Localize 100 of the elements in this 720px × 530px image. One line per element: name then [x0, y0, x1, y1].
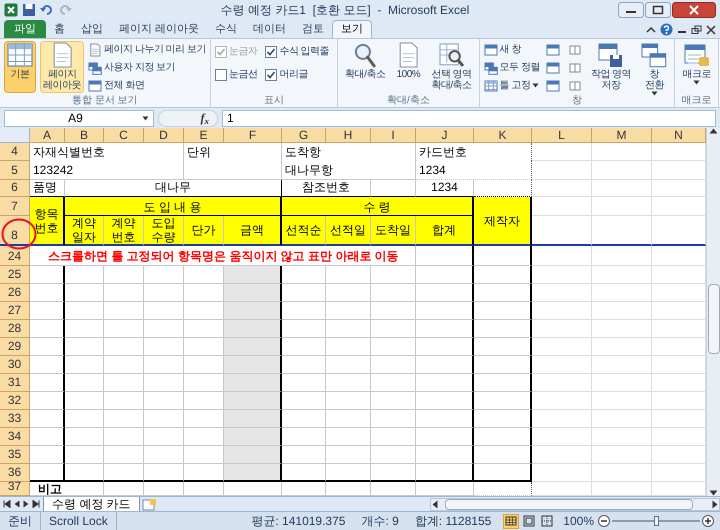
ribbon-button[interactable]: 페이지 나누기 미리 보기 — [88, 41, 206, 58]
row-header[interactable]: 35 — [0, 446, 30, 464]
row-header[interactable]: 7 — [0, 197, 30, 216]
checkbox[interactable]: 수식 입력줄 — [265, 44, 330, 59]
scrollbar-thumb[interactable] — [445, 498, 693, 510]
table-cell — [282, 464, 326, 482]
table-cell — [224, 284, 282, 302]
row-header[interactable]: 31 — [0, 374, 30, 392]
window-icon — [546, 60, 560, 74]
table-cell — [104, 374, 144, 392]
row-header[interactable]: 33 — [0, 410, 30, 428]
row-header[interactable]: 5 — [0, 161, 30, 180]
scrollbar-thumb[interactable] — [708, 284, 720, 354]
row-header[interactable]: 34 — [0, 428, 30, 446]
ribbon-button[interactable]: 작업 영역 저장 — [588, 41, 634, 93]
row-header[interactable]: 27 — [0, 302, 30, 320]
previous-sheet-icon[interactable] — [14, 500, 20, 508]
page-break-view-button[interactable] — [539, 514, 556, 528]
restore-icon[interactable] — [691, 24, 702, 34]
table-cell — [224, 374, 282, 392]
zoom-slider-thumb[interactable] — [654, 516, 659, 526]
column-header[interactable]: J — [416, 128, 474, 143]
next-sheet-icon[interactable] — [23, 500, 29, 508]
ribbon-button[interactable]: 창 전환 — [638, 41, 670, 93]
maximize-icon[interactable] — [645, 2, 671, 18]
row-header[interactable]: 24 — [0, 246, 30, 266]
zoom-out-icon[interactable] — [598, 515, 610, 527]
row-header[interactable]: 29 — [0, 338, 30, 356]
ribbon-button[interactable]: 전체 화면 — [88, 77, 206, 94]
close-icon[interactable] — [672, 2, 716, 18]
minimize-icon[interactable] — [618, 2, 644, 18]
table-cell — [532, 266, 592, 284]
column-header[interactable]: C — [104, 128, 144, 143]
row-header[interactable]: 32 — [0, 392, 30, 410]
row-header[interactable]: 37 — [0, 482, 30, 496]
ribbon-button[interactable]: 기본 — [4, 41, 36, 93]
last-sheet-icon[interactable] — [32, 500, 40, 508]
zoom-in-icon[interactable] — [702, 515, 714, 527]
column-header[interactable]: B — [65, 128, 104, 143]
ribbon-button[interactable]: 페이지 레이아웃 — [40, 41, 84, 93]
ribbon-tab[interactable]: 검토 — [294, 20, 332, 38]
horizontal-scrollbar[interactable] — [430, 498, 720, 510]
table-cell — [282, 356, 326, 374]
header-cell: 선적일 — [326, 216, 371, 246]
sheet-tab[interactable]: 수령 예정 카드 — [43, 496, 140, 512]
column-header[interactable]: N — [652, 128, 706, 143]
column-header[interactable]: L — [532, 128, 592, 143]
table-cell — [224, 428, 282, 446]
first-sheet-icon[interactable] — [3, 500, 11, 508]
vertical-scrollbar[interactable] — [706, 128, 720, 496]
ribbon-tab[interactable]: 보기 — [332, 20, 372, 38]
column-header[interactable]: A — [30, 128, 65, 143]
column-header[interactable]: H — [326, 128, 371, 143]
ribbon-tab[interactable]: 삽입 — [73, 20, 111, 38]
ribbon-button[interactable]: 모두 정렬 — [484, 59, 540, 76]
column-header[interactable]: D — [144, 128, 184, 143]
name-box[interactable]: A9 — [4, 110, 154, 126]
ribbon-button[interactable]: 100% — [392, 41, 424, 93]
ribbon-button[interactable]: 사용자 지정 보기 — [88, 59, 206, 76]
table-cell — [30, 266, 65, 284]
ribbon-tab[interactable]: 홈 — [46, 20, 73, 38]
table-magnifier-icon — [438, 42, 465, 68]
page-layout-view-button[interactable] — [521, 514, 538, 528]
row-header[interactable]: 4 — [0, 143, 30, 161]
ribbon-tab[interactable]: 수식 — [207, 20, 246, 38]
table-cell — [371, 374, 416, 392]
column-header[interactable]: K — [474, 128, 532, 143]
save-icon[interactable] — [22, 3, 36, 17]
close-icon[interactable] — [706, 24, 716, 34]
ribbon-button[interactable]: 매크로 — [679, 41, 714, 93]
formula-input[interactable]: 1 — [222, 110, 716, 126]
ribbon-tab[interactable]: 페이지 레이아웃 — [111, 20, 208, 38]
row-header[interactable]: 30 — [0, 356, 30, 374]
row-header[interactable]: 6 — [0, 180, 30, 197]
ribbon-button[interactable]: 틀 고정 — [484, 77, 540, 94]
column-header[interactable]: I — [371, 128, 416, 143]
undo-icon[interactable] — [40, 3, 54, 17]
insert-function-button[interactable]: f$_{x}$ — [200, 109, 209, 127]
checkbox[interactable]: 눈금선 — [214, 67, 258, 82]
column-header[interactable]: F — [224, 128, 282, 143]
table-cell — [104, 284, 144, 302]
table-cell — [282, 428, 326, 446]
checkbox[interactable]: 머리글 — [265, 67, 330, 82]
row-header[interactable]: 25 — [0, 266, 30, 284]
ribbon-button[interactable]: 새 창 — [484, 41, 540, 58]
collapse-ribbon-icon[interactable] — [646, 24, 656, 34]
table-cell — [144, 374, 184, 392]
ribbon-button[interactable]: 확대/축소 — [342, 41, 388, 93]
zoom-level[interactable]: 100% — [559, 512, 598, 530]
ribbon-button[interactable]: 선택 영역 확대/축소 — [428, 41, 475, 93]
column-header[interactable]: E — [184, 128, 224, 143]
ribbon-tab[interactable]: 데이터 — [245, 20, 294, 38]
row-header[interactable]: 28 — [0, 320, 30, 338]
row-header[interactable]: 36 — [0, 464, 30, 482]
help-icon[interactable] — [660, 23, 673, 36]
column-header[interactable]: G — [282, 128, 326, 143]
column-header[interactable]: M — [592, 128, 652, 143]
row-header[interactable]: 26 — [0, 284, 30, 302]
file-tab[interactable]: 파일 — [4, 20, 46, 38]
normal-view-button[interactable] — [503, 514, 520, 528]
